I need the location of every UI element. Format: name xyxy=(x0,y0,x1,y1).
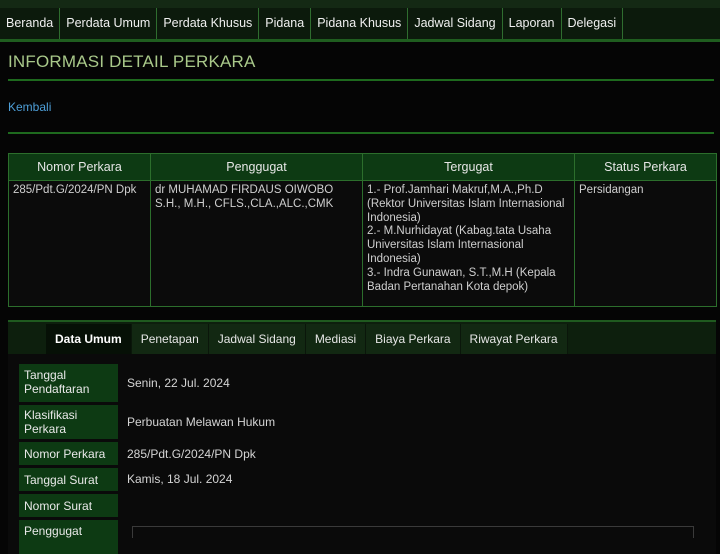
nav-perdata-umum[interactable]: Perdata Umum xyxy=(60,8,158,39)
nav-pidana[interactable]: Pidana xyxy=(259,8,312,39)
header-strip xyxy=(0,0,720,8)
value-nomor-perkara: 285/Pdt.G/2024/PN Dpk xyxy=(127,447,256,461)
cell-nomor-perkara: 285/Pdt.G/2024/PN Dpk xyxy=(8,180,151,307)
nav-pidana-khusus[interactable]: Pidana Khusus xyxy=(311,8,409,39)
detail-tabs-panel: Data Umum Penetapan Jadwal Sidang Medias… xyxy=(8,320,716,554)
header-tergugat: Tergugat xyxy=(362,153,575,181)
tab-riwayat-perkara[interactable]: Riwayat Perkara xyxy=(460,324,568,354)
label-tanggal-surat: Tanggal Surat xyxy=(19,468,118,491)
header-penggugat: Penggugat xyxy=(150,153,363,181)
value-tanggal-surat: Kamis, 18 Jul. 2024 xyxy=(127,472,233,486)
tab-jadwal-sidang[interactable]: Jadwal Sidang xyxy=(208,324,306,354)
back-link[interactable]: Kembali xyxy=(8,100,51,114)
nav-beranda[interactable]: Beranda xyxy=(0,8,61,39)
value-tanggal-pendaftaran: Senin, 22 Jul. 2024 xyxy=(127,376,230,390)
case-summary-table: Nomor Perkara Penggugat Tergugat Status … xyxy=(8,153,717,307)
main-nav: Beranda Perdata Umum Perdata Khusus Pida… xyxy=(0,8,624,39)
cell-status-perkara: Persidangan xyxy=(574,180,717,307)
tergugat-item: 2.- M.Nurhidayat (Kabag.tata Usaha Unive… xyxy=(367,225,552,265)
nav-laporan[interactable]: Laporan xyxy=(503,8,562,39)
cell-penggugat: dr MUHAMAD FIRDAUS OIWOBO S.H., M.H., CF… xyxy=(150,180,363,307)
divider xyxy=(8,79,714,81)
tergugat-item: 3.- Indra Gunawan, S.T.,M.H (Kepala Bada… xyxy=(367,266,556,293)
tab-penetapan[interactable]: Penetapan xyxy=(131,324,209,354)
label-nomor-surat: Nomor Surat xyxy=(19,494,118,517)
table-row: 285/Pdt.G/2024/PN Dpk dr MUHAMAD FIRDAUS… xyxy=(8,180,717,307)
header-nomor-perkara: Nomor Perkara xyxy=(8,153,151,181)
label-tanggal-pendaftaran: Tanggal Pendaftaran xyxy=(19,364,118,402)
penggugat-box xyxy=(132,526,694,538)
tab-mediasi[interactable]: Mediasi xyxy=(305,324,367,354)
divider xyxy=(8,132,714,134)
value-klasifikasi-perkara: Perbuatan Melawan Hukum xyxy=(127,415,276,429)
tergugat-item: 1.- Prof.Jamhari Makruf,M.A.,Ph.D (Rekto… xyxy=(367,184,565,224)
tab-bar: Data Umum Penetapan Jadwal Sidang Medias… xyxy=(46,324,568,354)
data-umum-content: Tanggal Pendaftaran Senin, 22 Jul. 2024 … xyxy=(8,354,716,554)
cell-tergugat: 1.- Prof.Jamhari Makruf,M.A.,Ph.D (Rekto… xyxy=(362,180,575,307)
header-status-perkara: Status Perkara xyxy=(574,153,717,181)
tab-biaya-perkara[interactable]: Biaya Perkara xyxy=(366,324,461,354)
page-title: INFORMASI DETAIL PERKARA xyxy=(8,52,256,71)
tab-data-umum[interactable]: Data Umum xyxy=(46,324,132,354)
label-klasifikasi-perkara: Klasifikasi Perkara xyxy=(19,405,118,439)
nav-perdata-khusus[interactable]: Perdata Khusus xyxy=(157,8,260,39)
label-penggugat: Penggugat xyxy=(19,520,118,554)
nav-delegasi[interactable]: Delegasi xyxy=(562,8,624,39)
top-navigation-bar: Beranda Perdata Umum Perdata Khusus Pida… xyxy=(0,0,720,42)
nav-jadwal-sidang[interactable]: Jadwal Sidang xyxy=(408,8,503,39)
label-nomor-perkara: Nomor Perkara xyxy=(19,442,118,465)
